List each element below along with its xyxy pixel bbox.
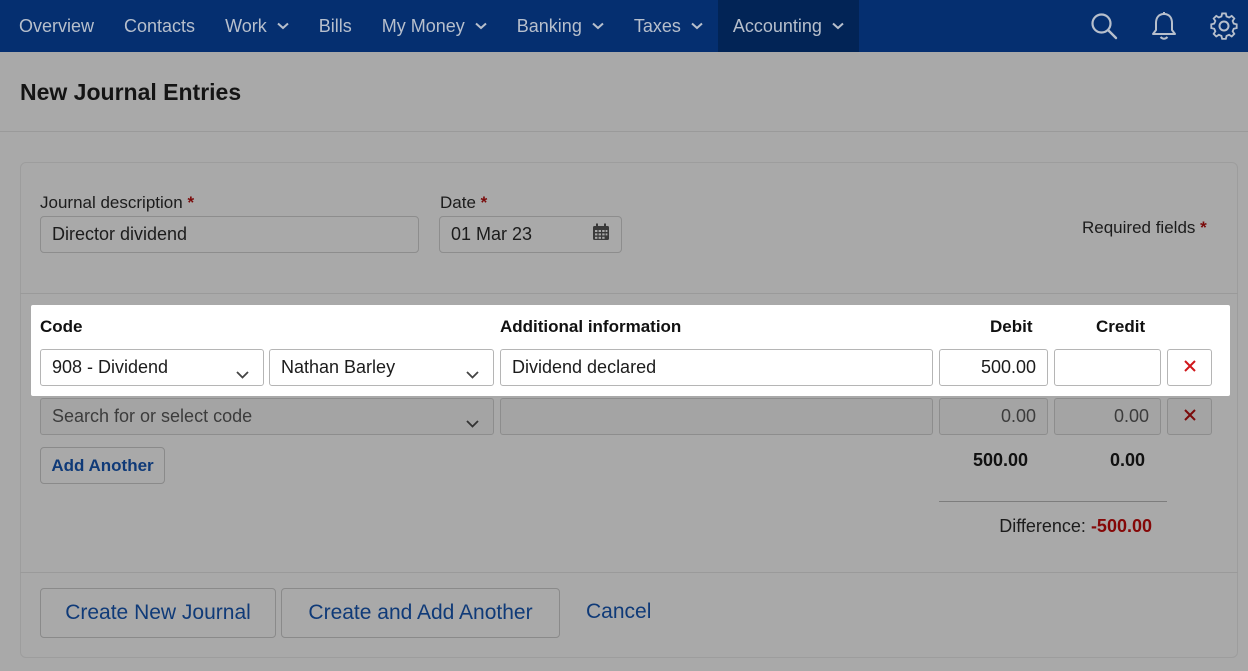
code-search-select[interactable]: Search for or select code — [40, 398, 494, 435]
calendar-button[interactable] — [580, 216, 622, 253]
nav-label: Banking — [516, 15, 582, 36]
column-header-credit: Credit — [1096, 317, 1146, 336]
additional-info-input[interactable] — [500, 398, 933, 435]
credit-input[interactable]: 0.00 — [1054, 398, 1161, 435]
section-divider — [20, 293, 1238, 294]
required-fields-note: Required fields * — [1082, 218, 1207, 238]
nav-contacts[interactable]: Contacts — [109, 0, 210, 52]
debit-input[interactable]: 0.00 — [939, 398, 1048, 435]
difference-label: Difference: — [999, 516, 1086, 536]
nav-icon-group — [1089, 0, 1248, 52]
create-new-journal-button[interactable]: Create New Journal — [40, 588, 276, 638]
total-credit: 0.00 — [1110, 450, 1146, 470]
required-star: * — [187, 193, 195, 212]
totals-divider — [939, 501, 1167, 502]
nav-work[interactable]: Work — [210, 0, 304, 52]
chevron-down-icon — [466, 412, 479, 433]
search-icon[interactable] — [1089, 11, 1119, 41]
input-placeholder: 0.00 — [1000, 406, 1036, 426]
nav-label: My Money — [381, 15, 465, 36]
nav-label: Taxes — [633, 15, 681, 36]
input-value: 500.00 — [980, 357, 1036, 377]
nav-banking[interactable]: Banking — [502, 0, 619, 52]
date-input[interactable]: 01 Mar 23 — [439, 216, 581, 253]
nav-label: Overview — [19, 15, 95, 36]
cancel-link[interactable]: Cancel — [586, 600, 651, 624]
journal-description-label: Journal description * — [40, 193, 194, 213]
chevron-down-icon — [691, 22, 703, 30]
date-label: Date * — [440, 193, 487, 213]
column-header-info: Additional information — [500, 317, 682, 336]
difference-summary: Difference: -500.00 — [999, 516, 1152, 537]
top-navigation: Overview Contacts Work Bills My Money Ba… — [0, 0, 1248, 52]
footer-divider — [20, 572, 1238, 573]
nav-label: Contacts — [124, 15, 196, 36]
nav-accounting[interactable]: Accounting — [717, 0, 859, 52]
select-value: Nathan Barley — [281, 357, 396, 377]
required-star: * — [480, 193, 488, 212]
column-header-code: Code — [40, 317, 83, 336]
chevron-down-icon — [277, 22, 289, 30]
chevron-down-icon — [592, 22, 604, 30]
chevron-down-icon — [466, 363, 479, 384]
input-placeholder: 0.00 — [1113, 406, 1149, 426]
close-icon — [1183, 408, 1196, 426]
nav-my-money[interactable]: My Money — [367, 0, 502, 52]
total-debit: 500.00 — [973, 450, 1029, 470]
nav-label: Bills — [318, 15, 352, 36]
nav-overview[interactable]: Overview — [0, 0, 109, 52]
field-value: Director dividend — [52, 224, 188, 244]
field-value: 01 Mar 23 — [451, 224, 533, 244]
journal-description-input[interactable]: Director dividend — [40, 216, 419, 253]
delete-row-button[interactable] — [1167, 349, 1212, 386]
gear-icon[interactable] — [1209, 11, 1239, 41]
page-header: New Journal Entries — [0, 52, 1248, 132]
credit-input[interactable] — [1054, 349, 1161, 386]
calendar-icon — [592, 223, 610, 246]
additional-info-input[interactable]: Dividend declared — [500, 349, 933, 386]
debit-input[interactable]: 500.00 — [939, 349, 1048, 386]
select-value: 908 - Dividend — [52, 357, 169, 377]
select-placeholder: Search for or select code — [52, 406, 253, 426]
label-text: Date — [440, 193, 476, 212]
nav-taxes[interactable]: Taxes — [619, 0, 718, 52]
chevron-down-icon — [475, 22, 487, 30]
nav-label: Work — [225, 15, 267, 36]
label-text: Journal description — [40, 193, 183, 212]
delete-row-button[interactable] — [1167, 398, 1212, 435]
column-header-debit: Debit — [990, 317, 1033, 336]
close-icon — [1183, 359, 1196, 377]
chevron-down-icon — [832, 22, 844, 30]
nav-bills[interactable]: Bills — [304, 0, 367, 52]
code-select[interactable]: 908 - Dividend — [40, 349, 264, 386]
chevron-down-icon — [236, 363, 249, 384]
bell-icon[interactable] — [1149, 11, 1179, 41]
nav-label: Accounting — [732, 15, 822, 36]
contact-select[interactable]: Nathan Barley — [269, 349, 494, 386]
create-and-add-another-button[interactable]: Create and Add Another — [281, 588, 560, 638]
input-value: Dividend declared — [512, 357, 657, 377]
add-another-button[interactable]: Add Another — [40, 447, 165, 484]
required-star: * — [1200, 218, 1207, 237]
difference-value: -500.00 — [1090, 516, 1152, 536]
label-text: Required fields — [1082, 218, 1196, 237]
page-title: New Journal Entries — [20, 79, 242, 105]
